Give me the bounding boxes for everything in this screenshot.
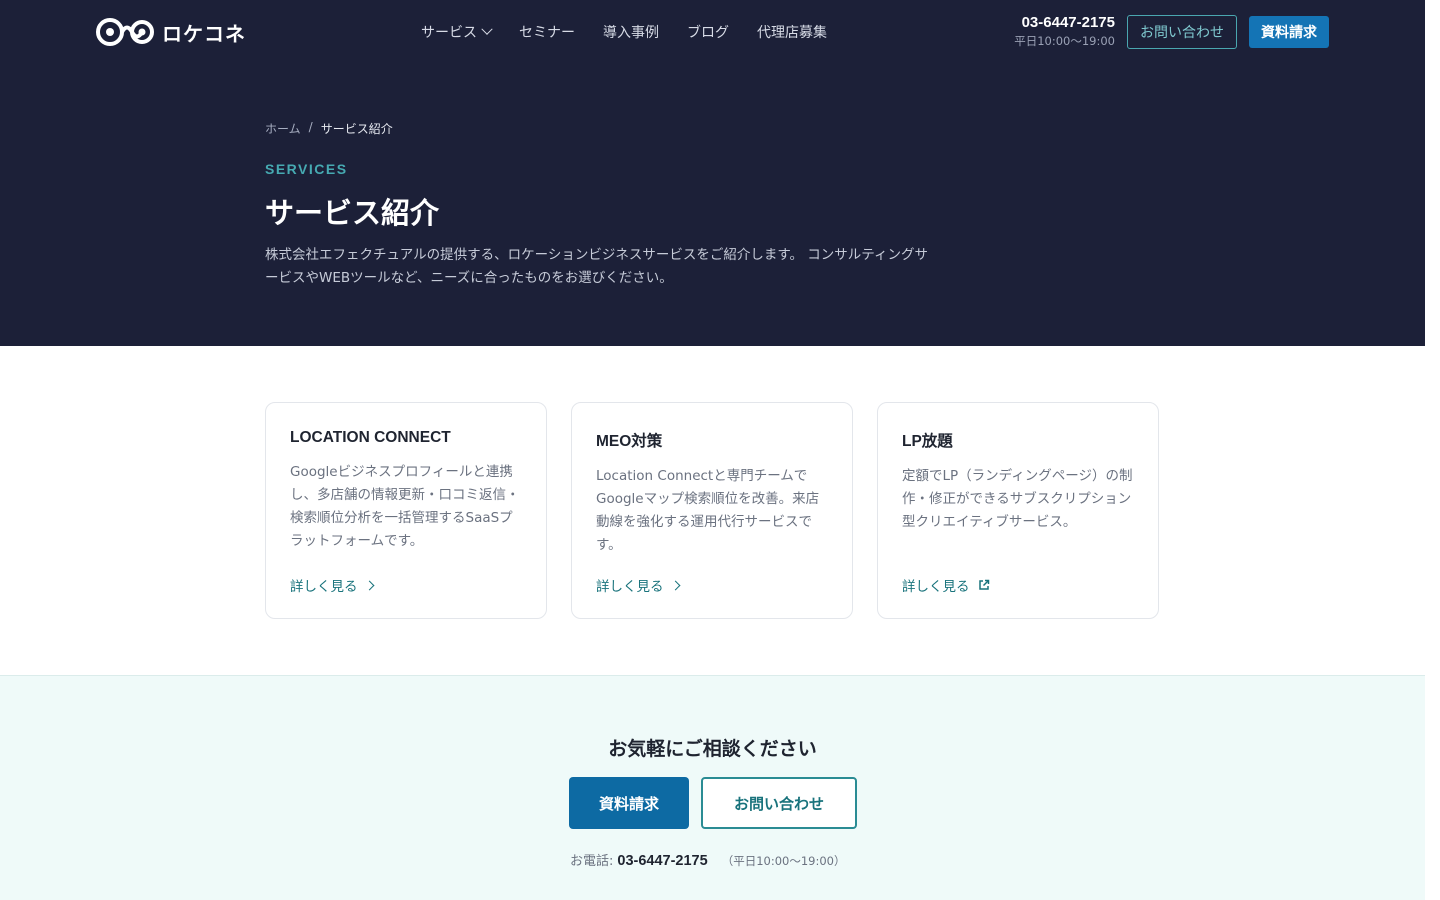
cta-phone-hours: （平日10:00〜19:00）: [721, 854, 846, 868]
nav-item-blog[interactable]: ブログ: [687, 22, 729, 42]
card-description: Location Connectと専門チームでGoogleマップ検索順位を改善。…: [596, 468, 820, 553]
nav-item-services[interactable]: サービス: [421, 22, 493, 42]
hero-description: 株式会社エフェクチュアルの提供する、ロケーションビジネスサービスをご紹介します。…: [265, 247, 928, 286]
breadcrumb-home[interactable]: ホーム: [265, 120, 301, 137]
chevron-right-icon: [364, 580, 374, 590]
cta-phone-number[interactable]: 03-6447-2175: [617, 853, 707, 869]
card-title: MEO対策: [596, 433, 663, 450]
card-title: LOCATION CONNECT: [290, 429, 451, 446]
cta-phone-label: お電話:: [570, 854, 614, 869]
main-nav: サービス セミナー 導入事例 ブログ 代理店募集: [421, 22, 827, 42]
card-description: 定額でLP（ランディングページ）の制作・修正ができるサブスクリプション型クリエイ…: [902, 468, 1133, 530]
header-docs-button[interactable]: 資料請求: [1249, 16, 1329, 48]
phone-hours: 平日10:00〜19:00: [1014, 34, 1115, 48]
logo-text: ロケコネ: [162, 21, 246, 46]
page: ロケコネ サービス セミナー 導入事例 ブログ 代理店募集 03-6447-21…: [0, 0, 1440, 900]
breadcrumb-current: サービス紹介: [320, 122, 393, 136]
scrollbar[interactable]: [1425, 0, 1440, 900]
service-card-meo[interactable]: MEO対策 Location Connectと専門チームでGoogleマップ検索…: [571, 402, 853, 619]
card-description: Googleビジネスプロフィールと連携し、多店舗の情報更新・口コミ返信・検索順位…: [290, 464, 520, 549]
nav-item-label: セミナー: [519, 25, 575, 41]
nav-item-agency[interactable]: 代理店募集: [757, 22, 827, 42]
external-link-icon: [978, 579, 989, 590]
nav-item-seminar[interactable]: セミナー: [519, 22, 575, 42]
logo[interactable]: ロケコネ: [96, 14, 246, 50]
site-header: ロケコネ サービス セミナー 導入事例 ブログ 代理店募集 03-6447-21…: [0, 0, 1425, 64]
chevron-right-icon: [670, 580, 680, 590]
card-link-label: 詳しく見る: [596, 579, 664, 595]
cta-docs-button[interactable]: 資料請求: [569, 777, 689, 829]
hero-section: ロケコネ サービス セミナー 導入事例 ブログ 代理店募集 03-6447-21…: [0, 0, 1425, 346]
cta-title: お気軽にご相談ください: [608, 738, 817, 760]
nav-item-label: 導入事例: [603, 25, 659, 41]
card-details-link[interactable]: 詳しく見る: [596, 575, 680, 595]
header-contact-button[interactable]: お問い合わせ: [1127, 15, 1237, 49]
page-title: サービス紹介: [265, 196, 440, 230]
card-details-link[interactable]: 詳しく見る: [902, 575, 990, 595]
nav-item-label: 代理店募集: [757, 25, 827, 41]
nav-item-label: ブログ: [687, 25, 729, 41]
card-title: LP放題: [902, 433, 953, 450]
header-phone[interactable]: 03-6447-2175 平日10:00〜19:00: [1000, 14, 1115, 49]
card-details-link[interactable]: 詳しく見る: [290, 575, 374, 595]
breadcrumb-separator: /: [308, 120, 313, 134]
card-link-label: 詳しく見る: [902, 579, 970, 595]
phone-number: 03-6447-2175: [1021, 14, 1115, 31]
nav-item-label: サービス: [421, 25, 477, 41]
cta-phone: お電話: 03-6447-2175 （平日10:00〜19:00）: [570, 850, 846, 869]
logo-mark-icon: [96, 18, 154, 46]
chevron-down-icon: [481, 23, 493, 35]
card-link-label: 詳しく見る: [290, 579, 358, 595]
cta-section: お気軽にご相談ください 資料請求 お問い合わせ お電話: 03-6447-217…: [0, 675, 1425, 900]
cta-contact-button[interactable]: お問い合わせ: [701, 777, 857, 829]
breadcrumb: ホーム / サービス紹介: [265, 120, 393, 137]
service-cards: LOCATION CONNECT Googleビジネスプロフィールと連携し、多店…: [265, 402, 1159, 619]
service-card-location-connect[interactable]: LOCATION CONNECT Googleビジネスプロフィールと連携し、多店…: [265, 402, 547, 619]
section-eyebrow: SERVICES: [265, 161, 348, 177]
service-card-lp[interactable]: LP放題 定額でLP（ランディングページ）の制作・修正ができるサブスクリプション…: [877, 402, 1159, 619]
nav-item-case-studies[interactable]: 導入事例: [603, 22, 659, 42]
